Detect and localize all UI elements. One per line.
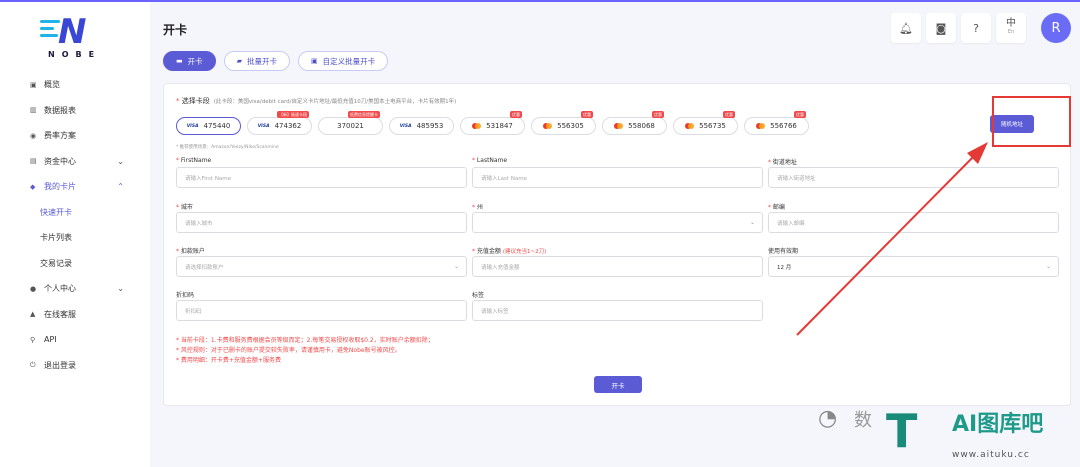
watermark-url: www.aituku.cc [952, 450, 1030, 460]
watermark-title: AI图库吧 [952, 412, 1044, 437]
annotation-arrow [796, 142, 988, 336]
wechat-icon: ◔ [818, 406, 838, 431]
watermark-partial-text: 数 [854, 410, 872, 431]
watermark: ◔ 数 T AI图库吧 www.aituku.cc [812, 400, 1080, 467]
watermark-logo-icon: T [886, 404, 918, 458]
annotation-arrow-line [796, 149, 981, 336]
